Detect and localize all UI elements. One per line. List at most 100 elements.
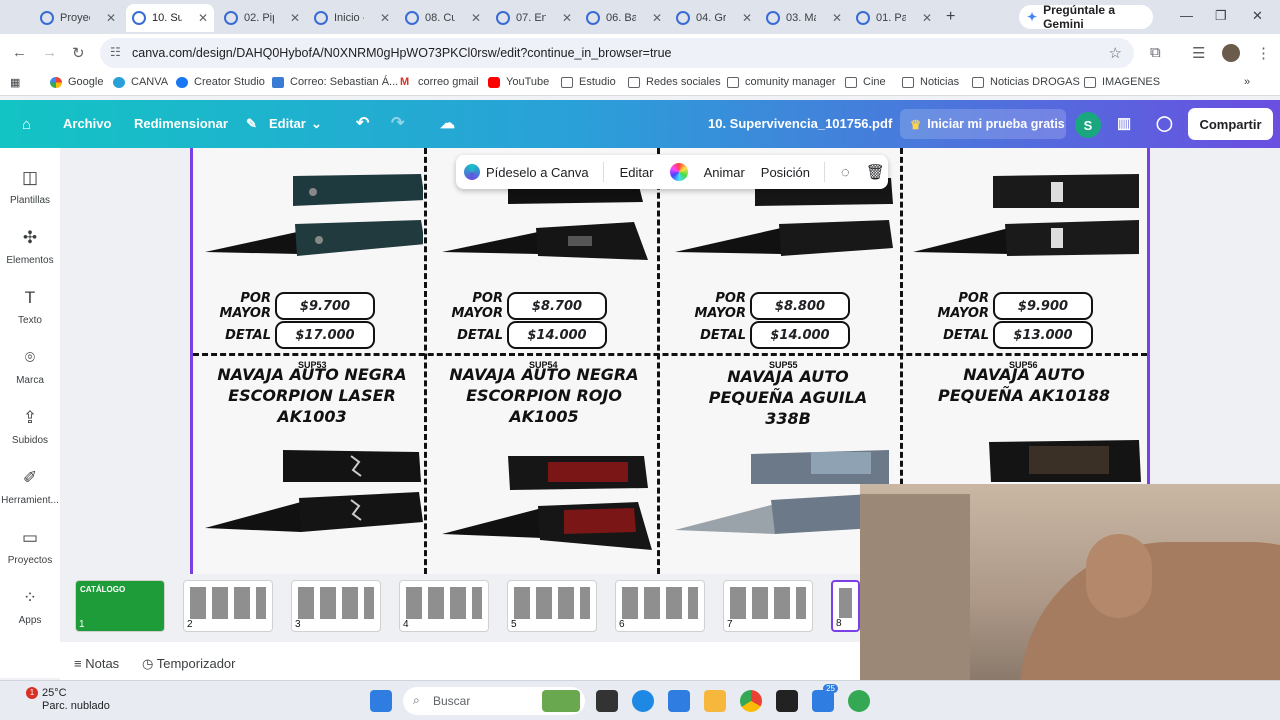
bookmark-google[interactable]: Google — [50, 76, 103, 88]
bookmark-folder[interactable]: Estudio — [561, 76, 616, 88]
menu-editar[interactable]: Editar — [269, 116, 306, 131]
sidebar-item-marca[interactable]: ⌾ Marca — [0, 348, 60, 386]
forward-icon[interactable]: → — [42, 44, 57, 61]
edit-button[interactable]: Editar — [620, 165, 654, 180]
file-explorer-icon[interactable] — [704, 690, 726, 712]
bookmark-creator-studio[interactable]: Creator Studio — [176, 76, 265, 88]
close-tab-icon[interactable]: ✕ — [198, 11, 208, 25]
notes-button[interactable]: ≡ Notas — [74, 656, 119, 671]
home-icon[interactable]: ⌂ — [22, 116, 31, 133]
start-trial-button[interactable]: ♛ Iniciar mi prueba gratis — [900, 109, 1066, 139]
sidebar-item-plantillas[interactable]: ◫ Plantillas — [0, 168, 60, 206]
profile-avatar[interactable] — [1222, 44, 1240, 62]
add-comment-icon[interactable]: ◌ — [841, 164, 850, 181]
windows-start-icon[interactable] — [370, 690, 392, 712]
notes-icon: ≡ — [74, 656, 82, 671]
apps-grid-icon[interactable]: ▦ — [10, 76, 20, 89]
browser-tab[interactable]: 01. Pa ✕ — [850, 4, 938, 32]
browser-menu-icon[interactable]: ⋮ — [1256, 44, 1271, 62]
timer-button[interactable]: ◷ Temporizador — [142, 656, 236, 672]
reading-list-icon[interactable]: ☰ — [1192, 44, 1205, 62]
bookmark-folder[interactable]: comunity manager — [727, 76, 836, 88]
browser-tab[interactable]: Inicio - ✕ — [308, 4, 396, 32]
chrome-icon[interactable] — [740, 690, 762, 712]
chevron-down-icon[interactable]: ⌄ — [311, 116, 322, 132]
undo-icon[interactable]: ↶ — [356, 113, 369, 133]
app-icon[interactable]: 25 — [812, 684, 838, 712]
bookmark-folder[interactable]: Redes sociales — [628, 76, 721, 88]
gemini-button[interactable]: ✦ Pregúntale a Gemini — [1019, 3, 1153, 31]
new-tab-icon[interactable]: + — [946, 8, 955, 26]
document-title[interactable]: 10. Supervivencia_101756.pdf — [708, 116, 892, 131]
menu-archivo[interactable]: Archivo — [63, 116, 111, 131]
trash-icon[interactable]: 🗑 — [866, 163, 885, 181]
url-input[interactable]: ☷ canva.com/design/DAHQ0HybofA/N0XNRM0gH… — [100, 38, 1134, 68]
browser-tab-active[interactable]: 10. Sup✕ — [126, 4, 214, 32]
position-button[interactable]: Posición — [761, 165, 810, 180]
animate-button[interactable]: Animar — [704, 165, 745, 180]
back-icon[interactable]: ← — [12, 44, 27, 61]
bookmark-folder[interactable]: Noticias — [902, 76, 959, 88]
more-bookmarks-icon[interactable]: » — [1244, 76, 1250, 88]
sidebar-item-texto[interactable]: T Texto — [0, 288, 60, 326]
close-tab-icon[interactable]: ✕ — [290, 11, 300, 25]
sidebar-item-subidos[interactable]: ⇪ Subidos — [0, 408, 60, 446]
browser-tab[interactable]: 04. Gri ✕ — [670, 4, 758, 32]
browser-tab[interactable]: 06. Ba ✕ — [580, 4, 668, 32]
page-thumbnail[interactable]: 4 — [399, 580, 489, 632]
reload-icon[interactable]: ↻ — [72, 44, 85, 62]
store-icon[interactable] — [668, 690, 690, 712]
page-thumbnail[interactable]: CATÁLOGO 1 — [75, 580, 165, 632]
bookmark-canva[interactable]: CANVA — [113, 76, 168, 88]
weather-widget[interactable]: 1 25°C Parc. nublado — [18, 687, 110, 713]
bookmark-gmail[interactable]: Mcorreo gmail — [400, 76, 479, 88]
insights-chart-icon[interactable]: ▥ — [1117, 114, 1131, 132]
bookmark-folder[interactable]: Noticias DROGAS — [972, 76, 1080, 88]
browser-tab[interactable]: 08. Cu ✕ — [399, 4, 487, 32]
task-view-icon[interactable] — [596, 690, 618, 712]
bookmark-folder[interactable]: Cine — [845, 76, 886, 88]
sticky-notes-icon[interactable] — [776, 690, 798, 712]
page-thumbnail[interactable]: 2 — [183, 580, 273, 632]
site-settings-icon[interactable]: ☷ — [110, 45, 121, 59]
extensions-icon[interactable]: ⧉ — [1150, 44, 1161, 61]
close-tab-icon[interactable]: ✕ — [922, 11, 932, 25]
menu-redimensionar[interactable]: Redimensionar — [134, 116, 228, 131]
browser-tab[interactable]: 03. Ma✕ — [760, 4, 848, 32]
close-tab-icon[interactable]: ✕ — [471, 11, 481, 25]
user-avatar[interactable]: S — [1075, 112, 1101, 138]
page-thumbnail-selected[interactable]: 8 — [831, 580, 860, 632]
redo-icon[interactable]: ↷ — [391, 113, 404, 133]
app-icon[interactable] — [848, 690, 870, 712]
window-close-icon[interactable]: ✕ — [1252, 8, 1263, 24]
bookmark-youtube[interactable]: YouTube — [488, 76, 549, 88]
browser-tab[interactable]: 02. Pip✕ — [218, 4, 306, 32]
bookmark-correo[interactable]: Correo: Sebastian Á... — [272, 76, 398, 88]
minimize-icon[interactable]: — — [1180, 8, 1193, 23]
close-tab-icon[interactable]: ✕ — [652, 11, 662, 25]
bookmark-star-icon[interactable]: ☆ — [1109, 44, 1122, 62]
page-thumbnail[interactable]: 5 — [507, 580, 597, 632]
comment-icon[interactable]: ◯ — [1156, 114, 1173, 132]
maximize-icon[interactable]: ❐ — [1215, 8, 1227, 24]
page-thumbnail[interactable]: 6 — [615, 580, 705, 632]
browser-tab[interactable]: Proyect✕ — [34, 4, 122, 32]
sidebar-item-elementos[interactable]: ✣ Elementos — [0, 228, 60, 266]
share-button[interactable]: Compartir — [1188, 108, 1273, 140]
close-tab-icon[interactable]: ✕ — [106, 11, 116, 25]
close-tab-icon[interactable]: ✕ — [832, 11, 842, 25]
page-thumbnail[interactable]: 3 — [291, 580, 381, 632]
edge-icon[interactable] — [632, 690, 654, 712]
close-tab-icon[interactable]: ✕ — [380, 11, 390, 25]
close-tab-icon[interactable]: ✕ — [562, 11, 572, 25]
page-thumbnail[interactable]: 7 — [723, 580, 813, 632]
bookmark-folder[interactable]: IMAGENES — [1084, 76, 1160, 88]
sidebar-item-herramientas[interactable]: ✐ Herramient... — [0, 468, 60, 506]
close-tab-icon[interactable]: ✕ — [742, 11, 752, 25]
sidebar-item-proyectos[interactable]: ▭ Proyectos — [0, 528, 60, 566]
cloud-saved-icon[interactable]: ☁ — [440, 114, 455, 132]
browser-tab[interactable]: 07. En ✕ — [490, 4, 578, 32]
sidebar-item-apps[interactable]: ⁘ Apps — [0, 588, 60, 626]
color-wheel-icon[interactable] — [669, 163, 688, 181]
ask-canva-button[interactable]: Pídeselo a Canva — [486, 165, 589, 180]
